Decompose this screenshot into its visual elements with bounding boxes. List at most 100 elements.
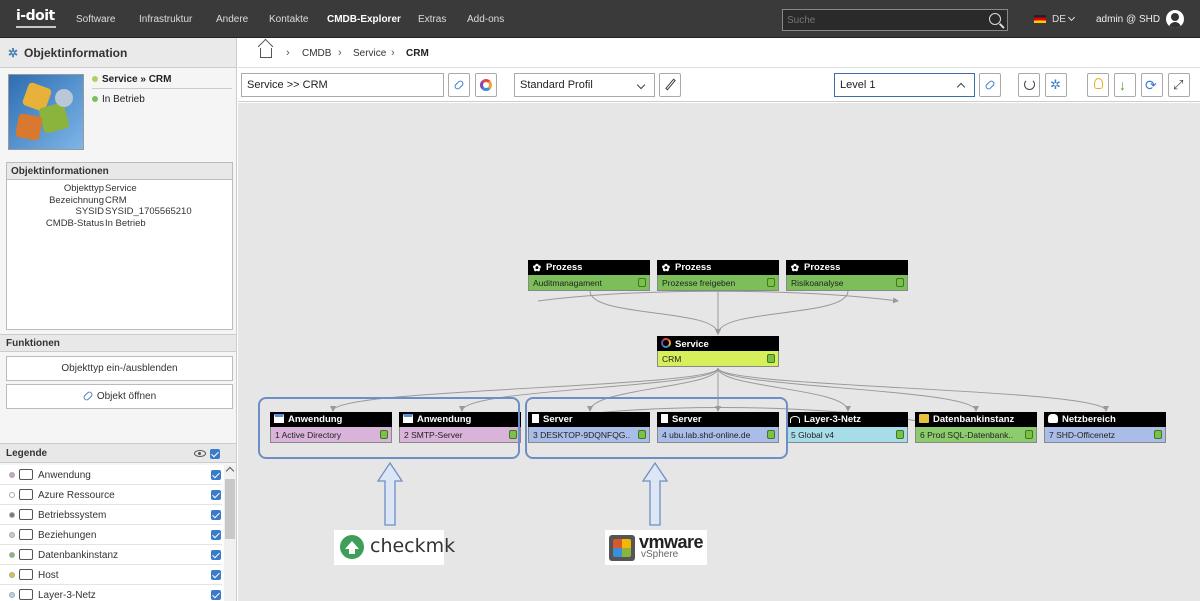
- edit-profile-button[interactable]: [659, 73, 681, 97]
- nav-kontakte[interactable]: Kontakte: [269, 14, 308, 25]
- top-navbar: i-doit Software Infrastruktur Andere Kon…: [0, 0, 1200, 38]
- checkmk-group-highlight: [258, 397, 520, 459]
- vmware-vsphere-logo: vmware vSphere: [605, 530, 707, 565]
- legend-item[interactable]: Betriebssystem: [0, 505, 222, 525]
- explorer-canvas[interactable]: ✿ Prozess Auditmanagament ✿ Prozess Prozes…: [238, 103, 1200, 601]
- breadcrumb-crm: CRM: [406, 48, 429, 59]
- download-icon: ↓: [1119, 77, 1126, 93]
- cloud-icon: [1048, 414, 1058, 423]
- home-icon[interactable]: [260, 48, 272, 58]
- idoit-logo[interactable]: i-doit: [16, 8, 55, 24]
- legend-checkbox[interactable]: [211, 490, 221, 500]
- legend-list: Anwendung Azure Ressource Betriebssystem Be…: [0, 465, 236, 601]
- status-indicator: [1025, 430, 1033, 439]
- hint-button[interactable]: [1087, 73, 1109, 97]
- legend-item[interactable]: Host: [0, 565, 222, 585]
- legend-item[interactable]: Beziehungen: [0, 525, 222, 545]
- checkmk-logo: checkmk: [334, 530, 455, 565]
- level-select[interactable]: Level 1: [834, 73, 975, 97]
- legend-checkbox[interactable]: [211, 590, 221, 600]
- os-icon: [19, 509, 33, 520]
- sync-button[interactable]: ⟳: [1141, 73, 1163, 97]
- service-ring-icon: [480, 79, 492, 91]
- legend-header: Legende: [0, 443, 236, 463]
- legend-checkbox[interactable]: [211, 470, 221, 480]
- scroll-thumb[interactable]: [225, 479, 235, 539]
- search-input[interactable]: [783, 10, 973, 30]
- process-node[interactable]: ✿ Prozess Prozesse freigeben: [657, 260, 779, 291]
- pencil-icon: [665, 78, 676, 91]
- breadcrumb-cmdb[interactable]: CMDB: [302, 48, 331, 59]
- legend-label: Azure Ressource: [38, 490, 115, 501]
- language-select[interactable]: DE: [1052, 14, 1066, 25]
- process-node[interactable]: ✿ Prozess Risikoanalyse: [786, 260, 908, 291]
- search-icon[interactable]: [989, 13, 1001, 25]
- breadcrumb-service[interactable]: Service: [353, 48, 386, 59]
- nav-software[interactable]: Software: [76, 14, 115, 25]
- info-row: CMDB-Status In Betrieb: [45, 217, 146, 229]
- info-row: Bezeichnung CRM: [49, 194, 127, 206]
- net-area-node[interactable]: Netzbereich 7 SHD-Officenetz: [1044, 412, 1166, 443]
- legend-checkbox[interactable]: [211, 570, 221, 580]
- nav-cmdb-explorer[interactable]: CMDB-Explorer: [327, 14, 401, 25]
- toggle-objecttype-button[interactable]: Objekttyp ein-/ausblenden: [6, 356, 233, 381]
- object-browser-button[interactable]: [475, 73, 497, 97]
- divider: [92, 88, 232, 89]
- legend-checkbox[interactable]: [211, 510, 221, 520]
- vsphere-group-highlight: [525, 397, 788, 459]
- level-link-button[interactable]: [979, 73, 1001, 97]
- legend-item[interactable]: Layer-3-Netz: [0, 585, 222, 601]
- object-title: Service » CRM: [92, 74, 171, 85]
- network-icon: [790, 416, 800, 423]
- eye-icon[interactable]: [194, 450, 206, 457]
- legend-dot: [9, 532, 15, 538]
- status-indicator: [1154, 430, 1162, 439]
- network-icon: ✲: [8, 46, 19, 60]
- process-node[interactable]: ✿ Prozess Auditmanagament: [528, 260, 650, 291]
- legend-label: Host: [38, 570, 59, 581]
- relations-icon: [19, 529, 33, 540]
- nav-extras[interactable]: Extras: [418, 14, 446, 25]
- nav-addons[interactable]: Add-ons: [467, 14, 504, 25]
- refresh-button[interactable]: [1018, 73, 1040, 97]
- legend-item[interactable]: Datenbankinstanz: [0, 545, 222, 565]
- info-row: Objekttyp Service: [63, 183, 137, 194]
- profile-select[interactable]: Standard Profil: [514, 73, 655, 97]
- legend-checkbox[interactable]: [211, 550, 221, 560]
- legend-select-all-checkbox[interactable]: [210, 449, 220, 459]
- user-avatar-icon[interactable]: [1166, 10, 1184, 28]
- legend-dot: [9, 572, 15, 578]
- legend-scrollbar[interactable]: [224, 465, 236, 601]
- object-status: In Betrieb: [92, 94, 145, 105]
- database-instance-node[interactable]: Datenbankinstanz 6 Prod SQL-Datenbank..: [915, 412, 1037, 443]
- chevron-down-icon[interactable]: [1067, 13, 1076, 22]
- legend-checkbox[interactable]: [211, 530, 221, 540]
- layout-button[interactable]: ✲: [1045, 73, 1067, 97]
- nav-andere[interactable]: Andere: [216, 14, 248, 25]
- legend-label: Beziehungen: [38, 530, 97, 541]
- user-menu[interactable]: admin @ SHD: [1096, 14, 1160, 25]
- network-icon: [19, 589, 33, 600]
- link-button[interactable]: [448, 73, 470, 97]
- download-button[interactable]: ↓: [1114, 73, 1136, 97]
- open-object-button[interactable]: Objekt öffnen: [6, 384, 233, 409]
- nav-infrastruktur[interactable]: Infrastruktur: [139, 14, 192, 25]
- object-field[interactable]: Service >> CRM: [241, 73, 444, 97]
- object-info-box: Objektinformationen Objekttyp Service Bez…: [6, 162, 233, 330]
- gear-icon: ✿: [661, 263, 671, 274]
- scroll-up-icon[interactable]: [225, 466, 235, 476]
- window-icon: [19, 469, 33, 480]
- legend-item[interactable]: Azure Ressource: [0, 485, 222, 505]
- legend-item[interactable]: Anwendung: [0, 465, 222, 485]
- legend-dot: [9, 552, 15, 558]
- layer3-net-node[interactable]: Layer-3-Netz 5 Global v4: [786, 412, 908, 443]
- legend-dot: [9, 512, 15, 518]
- legend-dot: [9, 592, 15, 598]
- fullscreen-button[interactable]: ⤢: [1168, 73, 1190, 97]
- sidebar: ✲ Objektinformation Service » CRM In Betr…: [0, 38, 237, 601]
- status-indicator: [767, 278, 775, 287]
- lightbulb-icon: [1094, 78, 1103, 89]
- info-row: SYSID SYSID_1705565210: [75, 206, 192, 217]
- object-image: [8, 74, 84, 150]
- service-node[interactable]: Service CRM: [657, 336, 779, 367]
